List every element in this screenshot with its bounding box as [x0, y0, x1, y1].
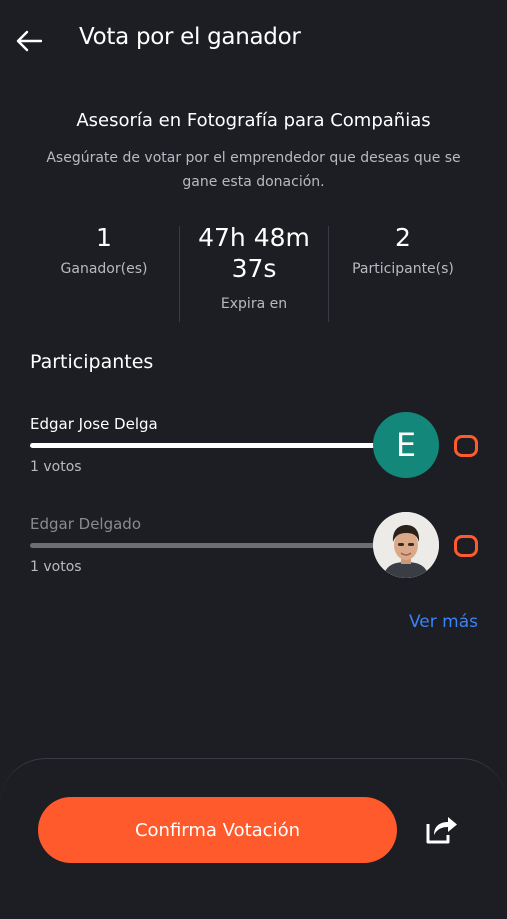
page-title: Vota por el ganador — [79, 24, 301, 50]
participant-votes: 1 votos — [30, 459, 82, 475]
vote-progress-bar — [30, 443, 410, 448]
participant-item[interactable]: Edgar Jose Delga 1 votos E — [30, 412, 480, 495]
stat-participants: 2 Participante(s) — [329, 222, 477, 277]
participant-item[interactable]: Edgar Delgado 1 votos — [30, 512, 480, 595]
campaign-description: Asegúrate de votar por el emprendedor qu… — [46, 150, 461, 190]
timer-line1: 47h 48m — [198, 223, 310, 252]
share-icon — [426, 817, 457, 844]
header: Vota por el ganador — [0, 0, 507, 82]
campaign-title: Asesoría en Fotografía para Compañias — [76, 110, 431, 131]
winners-count: 1 — [96, 223, 112, 252]
winners-label: Ganador(es) — [60, 261, 148, 277]
stat-winners: 1 Ganador(es) — [30, 222, 178, 277]
avatar — [373, 512, 439, 578]
participants-title: Participantes — [30, 351, 154, 373]
participants-label: Participante(s) — [352, 261, 454, 277]
participants-count: 2 — [395, 223, 411, 252]
user-photo-icon — [373, 512, 439, 578]
participant-name: Edgar Jose Delga — [30, 415, 158, 433]
vote-radio[interactable] — [454, 435, 478, 457]
stat-timer: 47h 48m 37s Expira en — [180, 222, 328, 312]
confirm-vote-button[interactable]: Confirma Votación — [38, 797, 397, 863]
vote-radio[interactable] — [454, 535, 478, 557]
participant-votes: 1 votos — [30, 559, 82, 575]
arrow-left-icon — [16, 30, 42, 52]
stats-row: 1 Ganador(es) 47h 48m 37s Expira en 2 Pa… — [30, 222, 477, 322]
share-button[interactable] — [420, 810, 460, 850]
back-button[interactable] — [14, 26, 44, 56]
avatar: E — [373, 412, 439, 478]
ver-mas-link[interactable]: Ver más — [409, 612, 478, 632]
participant-name: Edgar Delgado — [30, 515, 142, 533]
timer-line2: 37s — [231, 254, 277, 283]
timer-label: Expira en — [220, 296, 288, 312]
